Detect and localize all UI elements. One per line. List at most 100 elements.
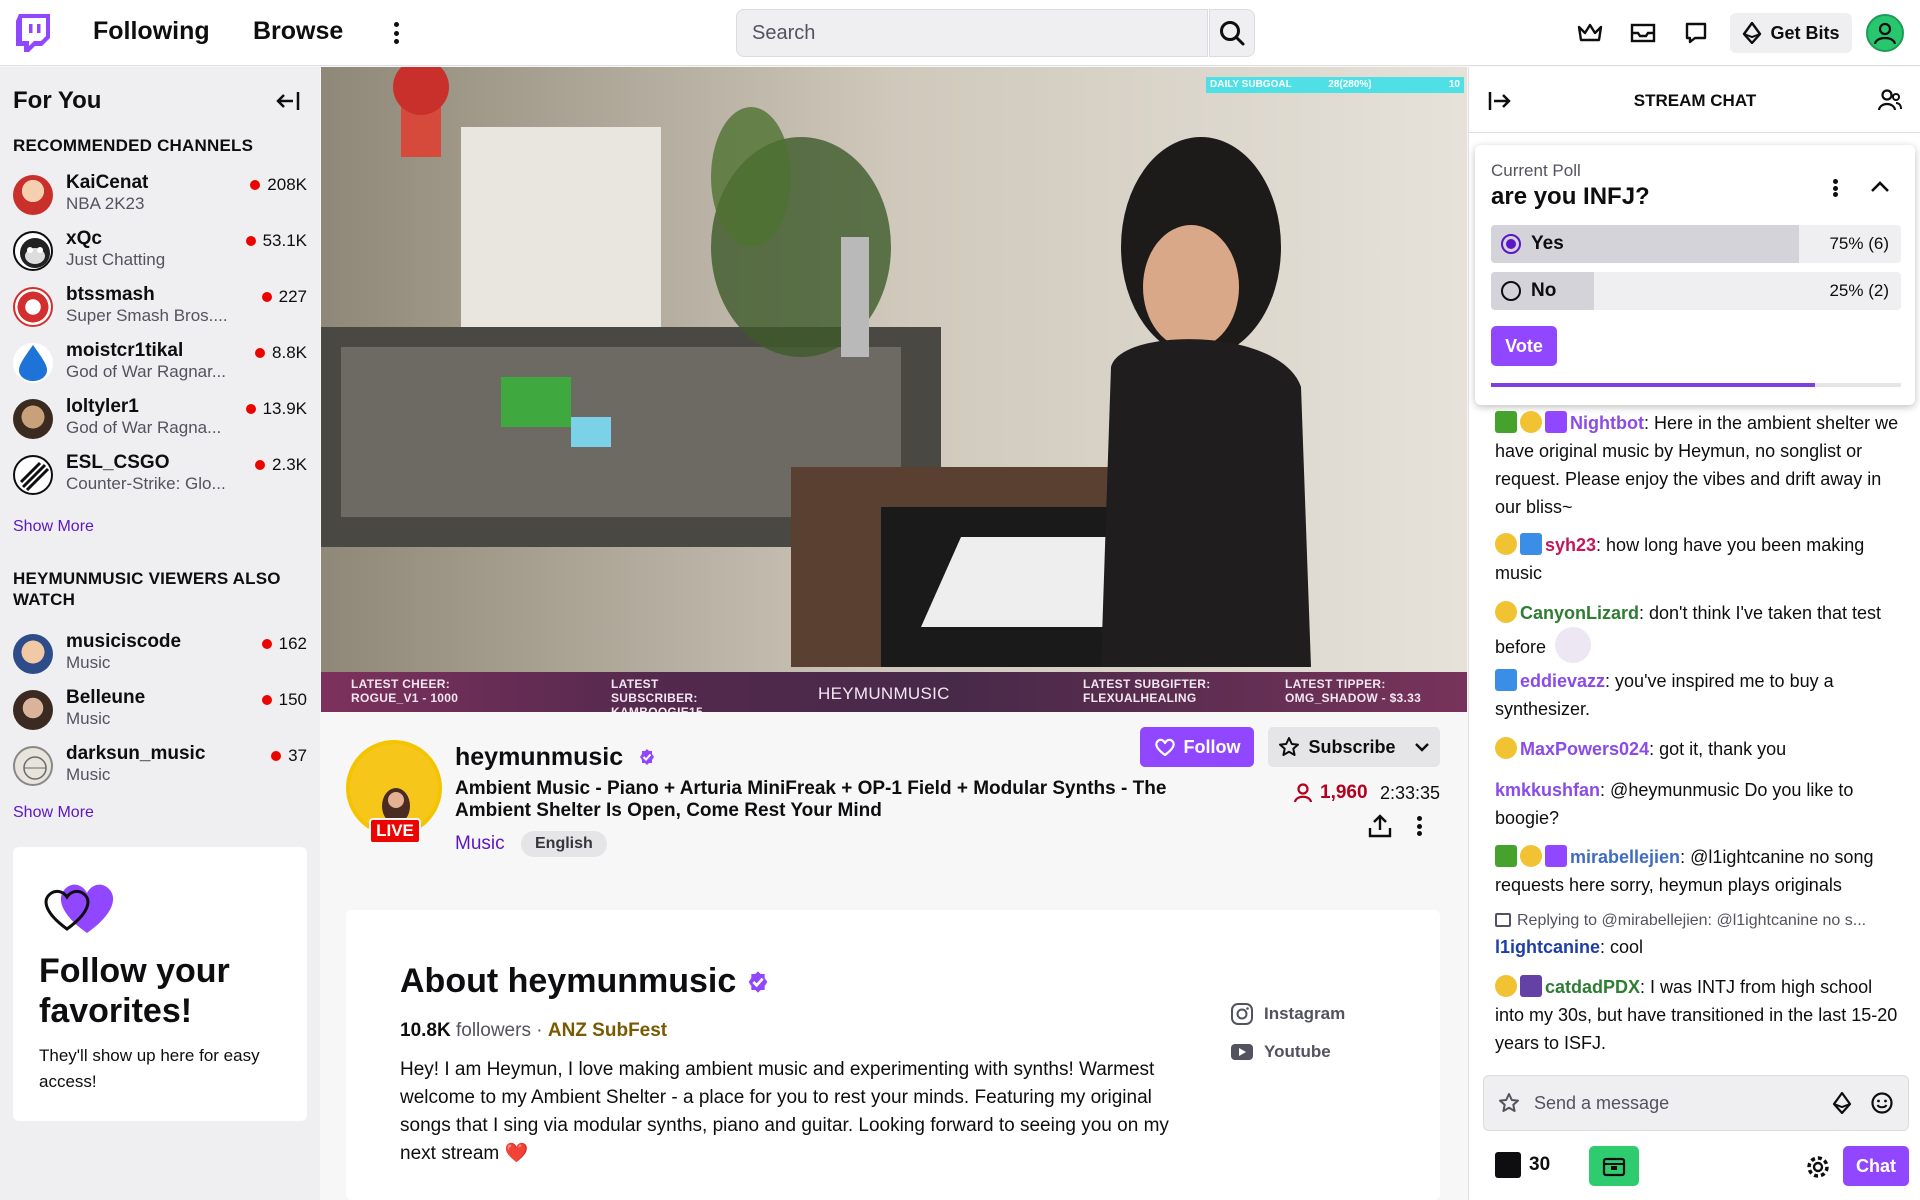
channel-avatar <box>13 455 53 495</box>
search-icon <box>1220 21 1245 46</box>
emote-picker-icon[interactable] <box>1870 1091 1894 1115</box>
sidebar-channel[interactable]: ESL_CSGO Counter-Strike: Glo... 2.3K <box>0 449 320 505</box>
viewers-icon <box>1293 783 1313 803</box>
subscriber-badge-icon <box>1495 975 1517 997</box>
send-chat-button[interactable]: Chat <box>1843 1146 1909 1186</box>
streamer-name[interactable]: heymunmusic <box>455 743 656 772</box>
live-dot-icon <box>261 695 272 705</box>
sidebar-channel[interactable]: btssmash Super Smash Bros.... 227 <box>0 281 320 337</box>
reply-context[interactable]: Replying to @mirabellejien: @l1ightcanin… <box>1495 912 1905 930</box>
sidebar-channel[interactable]: Belleune Music 150 <box>0 684 320 740</box>
chat-username[interactable]: kmkkushfan <box>1495 780 1600 800</box>
chat-username[interactable]: CanyonLizard <box>1520 603 1639 623</box>
chat-username[interactable]: mirabellejien <box>1570 847 1680 867</box>
chat-username[interactable]: l1ightcanine <box>1495 937 1600 957</box>
more-menu-icon[interactable] <box>384 18 408 48</box>
claim-bonus-button[interactable] <box>1589 1146 1639 1186</box>
subscribe-button[interactable]: Subscribe <box>1268 727 1440 767</box>
live-dot-icon <box>245 404 256 414</box>
sidebar-channel[interactable]: musiciscode Music 162 <box>0 628 320 684</box>
star-icon[interactable] <box>1498 1092 1520 1114</box>
nav-following[interactable]: Following <box>93 17 210 46</box>
chat-settings-gear-icon[interactable] <box>1805 1154 1831 1180</box>
about-title: About heymunmusic <box>400 962 770 1001</box>
live-badge: LIVE <box>369 818 421 844</box>
heart-icon <box>1154 738 1175 757</box>
poll-more-options-icon[interactable] <box>1823 175 1847 201</box>
language-tag[interactable]: English <box>521 831 607 857</box>
nav-browse[interactable]: Browse <box>253 17 343 46</box>
chat-username[interactable]: catdadPDX <box>1545 977 1640 997</box>
channel-points[interactable]: 30 <box>1495 1152 1550 1178</box>
poll-result: 75% (6) <box>1829 234 1889 253</box>
chat-input-box <box>1483 1075 1909 1131</box>
subscriber-badge-icon <box>1495 601 1517 623</box>
emote-icon <box>1555 627 1592 663</box>
chevron-up-icon[interactable] <box>1869 179 1891 195</box>
chat-username[interactable]: eddievazz <box>1520 671 1605 691</box>
twitch-logo-icon[interactable] <box>16 14 50 52</box>
sidebar-channel[interactable]: darksun_music Music 37 <box>0 740 320 796</box>
follow-button[interactable]: Follow <box>1140 727 1254 767</box>
chat-username[interactable]: MaxPowers024 <box>1520 739 1649 759</box>
gift-icon <box>1602 1157 1626 1177</box>
channel-game: God of War Ragna... <box>66 418 222 437</box>
show-more-also-watch-link[interactable]: Show More <box>13 804 94 822</box>
video-player[interactable]: DAILY SUBGOAL 28(280%) 10 LATEST CHEER: … <box>321 67 1467 712</box>
share-icon[interactable] <box>1366 812 1394 840</box>
channel-avatar <box>13 175 53 215</box>
community-users-icon[interactable] <box>1877 87 1903 113</box>
hearts-icon <box>44 884 114 933</box>
stream-more-options-icon[interactable] <box>1407 812 1431 840</box>
sidebar-channel[interactable]: KaiCenat NBA 2K23 208K <box>0 169 320 225</box>
show-more-recommended-link[interactable]: Show More <box>13 518 94 536</box>
viewer-count: 208K <box>250 175 307 195</box>
channel-game: God of War Ragnar... <box>66 362 226 381</box>
poll-option-no[interactable]: No 25% (2) <box>1491 272 1901 310</box>
get-bits-label: Get Bits <box>1770 22 1840 43</box>
get-bits-button[interactable]: Get Bits <box>1730 13 1852 53</box>
chat-message: syh23: how long have you been making mus… <box>1495 533 1865 583</box>
stream-uptime: 2:33:35 <box>1380 783 1441 803</box>
prime-crown-icon[interactable] <box>1574 17 1606 49</box>
bits-icon[interactable] <box>1832 1092 1852 1114</box>
sidebar-channel[interactable]: xQc Just Chatting 53.1K <box>0 225 320 281</box>
youtube-link[interactable]: Youtube <box>1230 1042 1331 1062</box>
chat-panel: STREAM CHAT Current Poll are you INFJ? Y… <box>1468 67 1920 1200</box>
user-avatar[interactable] <box>1866 14 1904 52</box>
poll-label: Current Poll <box>1491 161 1581 180</box>
moderator-badge-icon <box>1495 845 1517 867</box>
instagram-link[interactable]: Instagram <box>1230 1002 1345 1026</box>
subscriber-badge-icon <box>1520 845 1542 867</box>
sidebar-channel[interactable]: loltyler1 God of War Ragna... 13.9K <box>0 393 320 449</box>
stream-category-link[interactable]: Music <box>455 833 505 855</box>
follow-favorites-card: Follow your favorites! They'll show up h… <box>13 847 307 1121</box>
subscriber-badge-icon <box>1520 411 1542 433</box>
chat-title: STREAM CHAT <box>1633 91 1757 110</box>
stream-video-frame <box>321 67 1467 712</box>
sidebar-channel[interactable]: moistcr1tikal God of War Ragnar... 8.8K <box>0 337 320 393</box>
chat-header: STREAM CHAT <box>1469 67 1920 133</box>
turbo-badge-icon <box>1520 975 1542 997</box>
poll-option-yes[interactable]: Yes 75% (6) <box>1491 225 1901 263</box>
live-dot-icon <box>271 751 282 761</box>
whispers-icon[interactable] <box>1680 17 1712 49</box>
channel-name: moistcr1tikal <box>66 340 184 361</box>
collapse-sidebar-icon[interactable] <box>274 87 302 115</box>
live-dot-icon <box>255 460 266 470</box>
inbox-icon[interactable] <box>1627 17 1659 49</box>
poll-card: Current Poll are you INFJ? Yes 75% (6) N… <box>1475 145 1915 405</box>
vote-button[interactable]: Vote <box>1491 326 1557 366</box>
channel-avatar <box>13 690 53 730</box>
chat-username[interactable]: syh23 <box>1545 535 1596 555</box>
radio-selected-icon <box>1501 234 1521 254</box>
live-dot-icon <box>261 292 272 302</box>
search-input[interactable] <box>737 10 1207 56</box>
team-link[interactable]: ANZ SubFest <box>548 1020 667 1041</box>
latest-tipper: LATEST TIPPER: OMG_SHADOW - $3.33 <box>1285 677 1422 705</box>
chat-message-input[interactable] <box>1534 1076 1814 1130</box>
search-button[interactable] <box>1209 9 1255 57</box>
chat-username[interactable]: Nightbot <box>1570 413 1644 433</box>
live-dot-icon <box>250 180 261 190</box>
channel-avatar <box>13 287 53 327</box>
